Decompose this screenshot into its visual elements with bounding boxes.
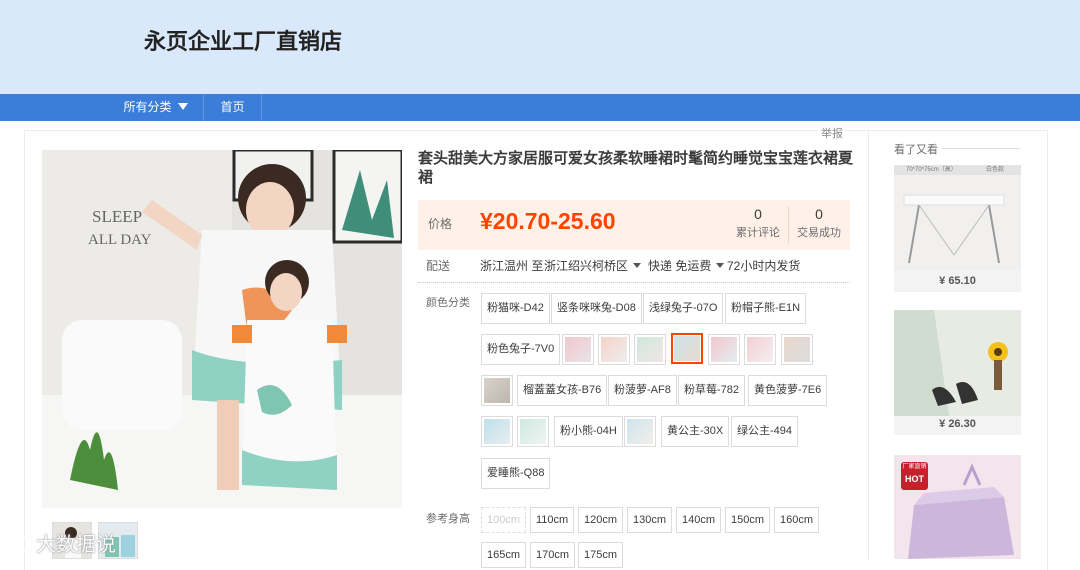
reviews-stat[interactable]: 0 累计评论	[728, 206, 788, 240]
price-value: ¥20.70-25.60	[480, 208, 616, 234]
divider	[418, 282, 850, 283]
sidebar-item-price: ¥ 65.10	[939, 275, 976, 287]
price-panel: 价格 ¥20.70-25.60 0 累计评论 0 交易成功	[418, 200, 850, 250]
sales-label: 交易成功	[797, 227, 841, 239]
color-option[interactable]: 榴蓋蓋女孩-B76	[517, 375, 608, 406]
height-option[interactable]: 165cm	[481, 542, 527, 568]
height-option[interactable]: 160cm	[774, 507, 820, 533]
watermark-logo-icon	[8, 537, 32, 551]
sidebar-item-image	[894, 310, 1021, 416]
nav-all-categories[interactable]: 所有分类	[108, 94, 204, 121]
color-swatch[interactable]	[624, 416, 656, 447]
color-swatch[interactable]	[744, 334, 776, 365]
height-option[interactable]: 110cm	[530, 507, 575, 533]
svg-text:SLEEP: SLEEP	[92, 207, 142, 226]
sidebar-item[interactable]: 70*70*75cm（高） 白色款 ¥ 65.10	[894, 165, 1021, 292]
reviews-count: 0	[754, 206, 762, 222]
color-option[interactable]: 粉小熊-04H	[554, 416, 623, 447]
chevron-down-icon	[716, 263, 725, 268]
destination-select[interactable]: 浙江绍兴柯桥区	[544, 258, 642, 274]
color-option[interactable]: 竖条咪咪兔-D08	[551, 293, 642, 324]
swatch-image	[637, 337, 663, 362]
color-option[interactable]: 绿公主-494	[731, 416, 799, 447]
color-option[interactable]: 黄公主-30X	[661, 416, 730, 447]
nav-categories-label: 所有分类	[123, 100, 172, 114]
swatch-image	[674, 336, 700, 361]
dispatch-time: 72小时内发货	[727, 259, 801, 273]
color-swatch[interactable]	[598, 334, 630, 365]
color-option[interactable]: 粉草莓-782	[678, 375, 746, 406]
swatch-image	[520, 419, 546, 444]
sidebar-divider	[868, 131, 869, 559]
color-swatch[interactable]	[781, 334, 813, 365]
product-title: 套头甜美大方家居服可爱女孩柔软睡裙时髦简约睡觉宝宝莲衣裙夏裙	[418, 150, 854, 186]
product-photo: SLEEP ALL DAY	[42, 150, 402, 508]
sidebar-item-image	[908, 463, 1014, 559]
height-option[interactable]: 130cm	[627, 507, 673, 533]
sidebar-item-price: ¥ 26.30	[939, 418, 976, 430]
color-swatch[interactable]	[634, 334, 666, 365]
color-option[interactable]: 爱睡熊-Q88	[481, 458, 551, 489]
color-swatch[interactable]	[481, 375, 513, 406]
sidebar-title-line	[942, 148, 1020, 149]
color-option[interactable]: 粉猫咪-D42	[481, 293, 550, 324]
shipping-method-select[interactable]: 快递 免运费	[648, 258, 725, 274]
watermark-text: 大数据说	[36, 534, 116, 556]
sidebar-item-tag: 白色款	[986, 167, 1005, 173]
swatch-image	[747, 337, 773, 362]
reviews-label: 累计评论	[736, 227, 780, 239]
shop-name[interactable]: 永页企业工厂直销店	[144, 24, 342, 56]
shipping-label: 配送	[426, 259, 451, 273]
sidebar-item-image	[894, 175, 1021, 270]
color-option[interactable]: 黄色菠萝-7E6	[748, 375, 828, 406]
nav-home[interactable]: 首页	[204, 94, 262, 121]
shipping-row: 配送 浙江温州 至 浙江绍兴柯桥区 快递 免运费 72小时内发货	[418, 258, 850, 282]
destination-value: 浙江绍兴柯桥区	[544, 259, 629, 273]
sidebar-item-caption: 70*70*75cm（高）	[906, 167, 957, 173]
color-swatch[interactable]	[562, 334, 594, 365]
nav-bar: 所有分类 首页	[0, 94, 1080, 121]
shop-header: 永页企业工厂直销店	[0, 0, 1080, 94]
color-swatch[interactable]	[517, 416, 549, 447]
watermark: 大数据说	[8, 528, 116, 557]
report-link[interactable]: 举报	[818, 125, 846, 141]
height-option[interactable]: 150cm	[725, 507, 771, 533]
chevron-down-icon	[633, 263, 642, 268]
height-option[interactable]: 175cm	[578, 542, 624, 568]
svg-text:ALL DAY: ALL DAY	[88, 232, 152, 248]
swatch-image	[784, 337, 810, 362]
color-swatch-selected[interactable]	[671, 333, 703, 364]
color-label: 颜色分类	[426, 297, 470, 309]
swatch-image	[484, 419, 510, 444]
height-option[interactable]: 140cm	[676, 507, 722, 533]
height-option-disabled: 100cm	[481, 507, 527, 533]
color-option[interactable]: 粉菠萝-AF8	[608, 375, 677, 406]
sidebar-item[interactable]: ¥ 26.30	[894, 310, 1021, 435]
color-option[interactable]: 粉帽子熊-E1N	[725, 293, 807, 324]
swatch-image	[484, 378, 510, 403]
height-label: 参考身高	[426, 513, 470, 525]
sales-stat: 0 交易成功	[789, 206, 849, 240]
height-option[interactable]: 120cm	[578, 507, 624, 533]
price-label: 价格	[428, 217, 453, 231]
sidebar-item[interactable]: 厂家直销 HOT	[894, 455, 1021, 559]
swatch-image	[627, 419, 653, 444]
color-option[interactable]: 粉色兔子-7V0	[481, 334, 561, 365]
swatch-image	[711, 337, 737, 362]
color-option[interactable]: 浅绿兔子-07O	[643, 293, 724, 324]
swatch-image	[565, 337, 591, 362]
sidebar-item-caption-bar: 70*70*75cm（高） 白色款	[894, 165, 1021, 175]
sidebar-title: 看了又看	[894, 144, 938, 156]
color-swatch[interactable]	[481, 416, 513, 447]
swatch-image	[601, 337, 627, 362]
sales-count: 0	[815, 206, 823, 222]
shipping-method-value: 快递 免运费	[648, 259, 712, 273]
height-option[interactable]: 170cm	[530, 542, 576, 568]
main-product-image[interactable]: SLEEP ALL DAY	[42, 150, 402, 508]
color-swatch[interactable]	[708, 334, 740, 365]
caret-down-icon	[177, 103, 188, 110]
shipping-origin: 浙江温州 至	[480, 259, 544, 273]
